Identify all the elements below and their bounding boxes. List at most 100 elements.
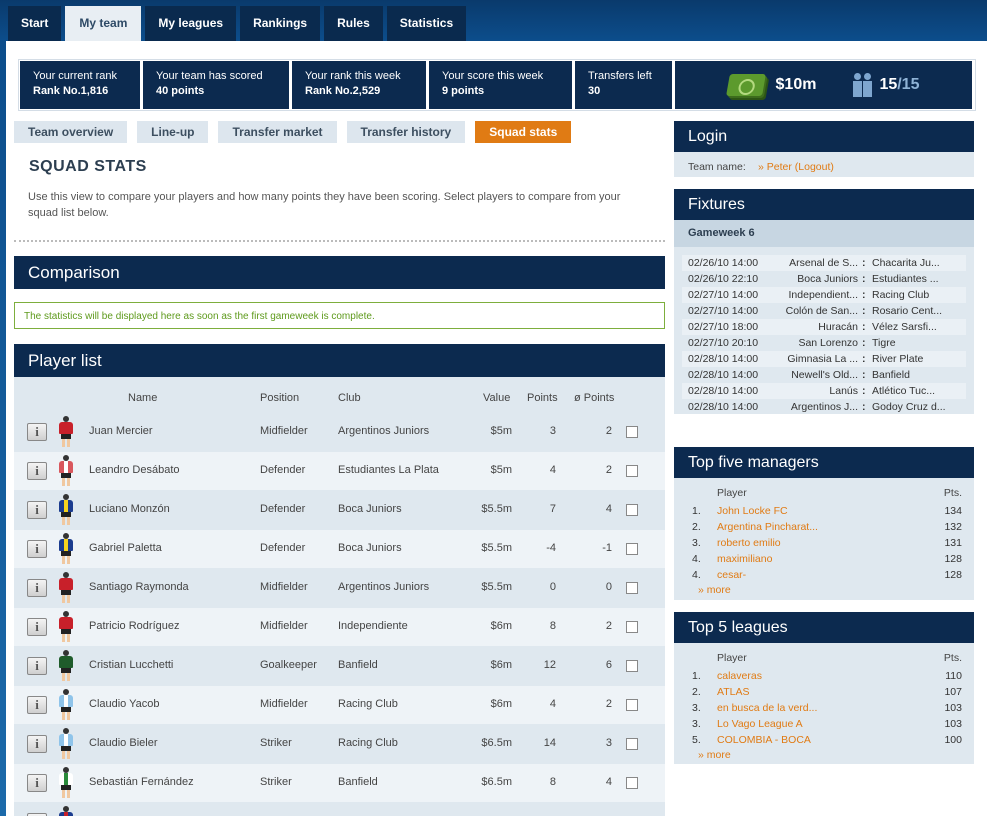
rank-name-link[interactable]: Argentina Pincharat...: [717, 519, 818, 535]
table-row: i Santiago Raymonda Midfielder Argentinos J…: [14, 569, 665, 607]
team-name-link[interactable]: » Peter (Logout): [758, 161, 834, 173]
leagues-more-link[interactable]: » more: [698, 749, 731, 761]
tab-my-team[interactable]: My team: [65, 6, 142, 41]
fixture-away: Chacarita Ju...: [872, 257, 940, 269]
divider: [14, 240, 665, 242]
player-name[interactable]: Claudio Yacob: [89, 698, 160, 710]
fixture-separator: :: [862, 337, 866, 349]
player-name[interactable]: Juan Mercier: [89, 425, 153, 437]
managers-col-player: Player: [717, 487, 747, 499]
list-item: 3. en busca de la verd... 103: [692, 700, 962, 716]
rank-name-link[interactable]: John Locke FC: [717, 503, 788, 519]
table-row: i Claudio Yacob Midfielder Racing Club $6m 4 2: [14, 686, 665, 724]
player-name[interactable]: Luciano Monzón: [89, 503, 170, 515]
stat-label: Your rank this week: [305, 70, 401, 82]
rank-name-link[interactable]: maximiliano: [717, 551, 772, 567]
info-icon[interactable]: i: [27, 501, 47, 519]
player-name[interactable]: Claudio Bieler: [89, 737, 157, 749]
compare-checkbox[interactable]: [626, 504, 638, 516]
compare-checkbox[interactable]: [626, 699, 638, 711]
tab-rules[interactable]: Rules: [324, 6, 383, 41]
top-leagues-panel: Top 5 leagues Player Pts. 1. calaveras 110…: [674, 612, 974, 764]
stat-value: Rank No.1,816: [33, 85, 109, 97]
rank-number: 4.: [692, 569, 701, 581]
rank-points: 103: [944, 718, 962, 730]
rank-points: 132: [944, 521, 962, 533]
player-club: Argentinos Juniors: [338, 581, 430, 593]
compare-checkbox[interactable]: [626, 543, 638, 555]
player-club: Racing Club: [338, 698, 398, 710]
managers-more-link[interactable]: » more: [698, 584, 731, 596]
player-name[interactable]: Cristian Lucchetti: [89, 659, 173, 671]
stat-value: 30: [588, 85, 601, 97]
fixture-home: Newell's Old...: [791, 369, 858, 381]
top-managers-header: Top five managers: [674, 447, 974, 478]
player-name[interactable]: Leandro Desábato: [89, 464, 180, 476]
fixture-home: Colón de San...: [785, 305, 858, 317]
player-value: $5m: [490, 464, 512, 476]
tab-start[interactable]: Start: [8, 6, 62, 41]
player-name[interactable]: Gabriel Paletta: [89, 542, 162, 554]
player-position: Midfielder: [260, 620, 308, 632]
player-value: $6.5m: [481, 737, 512, 749]
compare-checkbox[interactable]: [626, 426, 638, 438]
list-item: 4. cesar- 128: [692, 567, 962, 583]
rank-name-link[interactable]: cesar-: [717, 567, 746, 583]
info-icon[interactable]: i: [27, 423, 47, 441]
player-name[interactable]: Patricio Rodríguez: [89, 620, 180, 632]
info-icon[interactable]: i: [27, 696, 47, 714]
rank-name-link[interactable]: calaveras: [717, 668, 762, 684]
tab-statistics[interactable]: Statistics: [386, 6, 467, 41]
info-icon[interactable]: i: [27, 618, 47, 636]
rank-name-link[interactable]: Lo Vago League A: [717, 716, 803, 732]
stat-current-rank: Your current rank Rank No.1,816: [20, 61, 140, 109]
player-position: Striker: [260, 737, 292, 749]
player-value: $6.5m: [481, 776, 512, 788]
table-row: i Luciano Monzón Defender Boca Juniors $5.5m…: [14, 491, 665, 529]
rank-number: 3.: [692, 702, 701, 714]
rank-number: 4.: [692, 553, 701, 565]
fixture-home: Huracán: [818, 321, 858, 333]
tab-rankings[interactable]: Rankings: [240, 6, 321, 41]
info-icon[interactable]: i: [27, 579, 47, 597]
subtab-line-up[interactable]: Line-up: [137, 121, 209, 143]
login-panel: Login Team name: » Peter (Logout): [674, 121, 974, 177]
info-icon[interactable]: i: [27, 735, 47, 753]
info-icon[interactable]: i: [27, 657, 47, 675]
subtab-transfer-market[interactable]: Transfer market: [218, 121, 337, 143]
player-name[interactable]: Sebastián Fernández: [89, 776, 194, 788]
rank-name-link[interactable]: COLOMBIA - BOCA: [717, 732, 811, 748]
compare-checkbox[interactable]: [626, 465, 638, 477]
intro-text: Use this view to compare your players an…: [28, 191, 621, 219]
tab-my-leagues[interactable]: My leagues: [145, 6, 237, 41]
stat-label: Transfers left: [588, 70, 652, 82]
fixture-separator: :: [862, 401, 866, 413]
rank-name-link[interactable]: roberto emilio: [717, 535, 781, 551]
rank-points: 107: [944, 686, 962, 698]
player-avg-points: 2: [605, 698, 612, 710]
fixture-separator: :: [862, 353, 866, 365]
list-item: 5. COLOMBIA - BOCA 100: [692, 732, 962, 748]
player-points: 4: [549, 698, 556, 710]
player-avg-points: 2: [605, 425, 612, 437]
rank-number: 1.: [692, 670, 701, 682]
list-item: 3. roberto emilio 131: [692, 535, 962, 551]
rank-name-link[interactable]: en busca de la verd...: [717, 700, 817, 716]
rank-name-link[interactable]: ATLAS: [717, 684, 749, 700]
compare-checkbox[interactable]: [626, 621, 638, 633]
compare-checkbox[interactable]: [626, 660, 638, 672]
managers-col-pts: Pts.: [943, 487, 962, 499]
team-subtabs: Team overview Line-up Transfer market Tr…: [14, 121, 581, 143]
subtab-squad-stats[interactable]: Squad stats: [475, 121, 572, 143]
info-icon[interactable]: i: [27, 774, 47, 792]
player-list: Name Position Club Value Points ø Points…: [14, 377, 665, 816]
player-name[interactable]: Santiago Raymonda: [89, 581, 189, 593]
info-icon[interactable]: i: [27, 462, 47, 480]
compare-checkbox[interactable]: [626, 777, 638, 789]
compare-checkbox[interactable]: [626, 582, 638, 594]
compare-checkbox[interactable]: [626, 738, 638, 750]
info-icon[interactable]: i: [27, 540, 47, 558]
subtab-team-overview[interactable]: Team overview: [14, 121, 128, 143]
subtab-transfer-history[interactable]: Transfer history: [346, 121, 466, 143]
table-row: i Claudio Bieler Striker Racing Club $6.5m 14…: [14, 725, 665, 763]
